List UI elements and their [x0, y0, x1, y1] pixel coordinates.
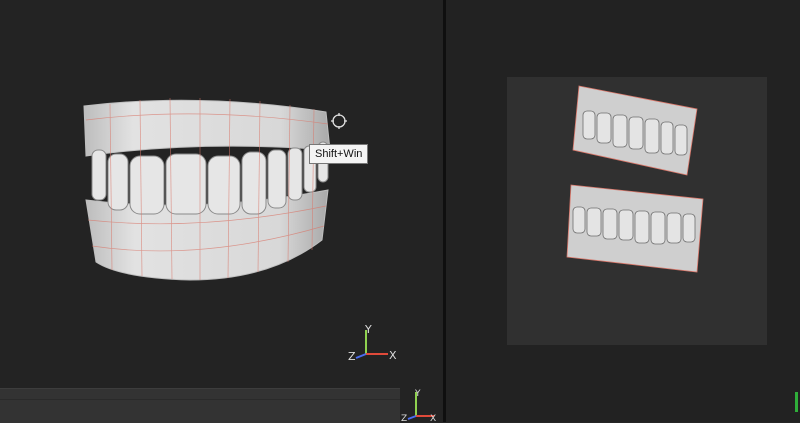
axis-z-label: Z — [348, 350, 356, 363]
axis-gizmo-small: Y Z X — [401, 389, 436, 422]
axis-x-label-small: X — [430, 414, 436, 422]
shortcut-tooltip: Shift+Win — [309, 144, 369, 164]
axis-x-label: X — [389, 349, 397, 362]
cursor-icon — [331, 113, 347, 129]
axis-y-label-small: Y — [414, 389, 421, 399]
timeline-bar[interactable] — [0, 388, 400, 423]
status-marker — [795, 392, 798, 412]
axis-gizmo-main: Y Z X — [348, 323, 397, 363]
uv-texture-canvas[interactable] — [507, 77, 767, 345]
uv-islands — [566, 85, 704, 273]
axis-z-label-small: Z — [401, 414, 407, 422]
axis-y-label: Y — [364, 323, 372, 336]
timeline-divider — [0, 399, 400, 400]
